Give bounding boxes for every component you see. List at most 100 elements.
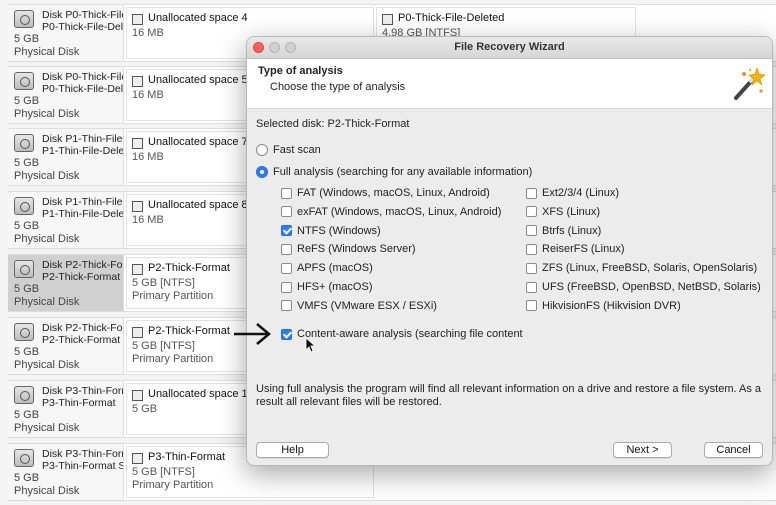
disk-size: 5 GB [14,346,40,358]
file-recovery-wizard: File Recovery Wizard Type of analysis Ch… [246,36,773,466]
filesystem-option[interactable]: VMFS (VMware ESX / ESXi) [281,300,437,312]
partition-size: 5 GB [NTFS] [132,466,195,478]
hard-disk-icon [14,260,34,278]
filesystem-checkbox[interactable] [526,206,537,218]
full-analysis-label: Full analysis (searching for any availab… [273,166,533,178]
disk-cell[interactable]: Disk P0-Thick-File P0-Thick-File-Dele 5 GB… [8,5,124,61]
hard-disk-icon [14,449,34,467]
filesystem-option[interactable]: HikvisionFS (Hikvision DVR) [526,300,681,312]
fast-scan-option[interactable]: Fast scan [256,144,321,156]
partition-icon [132,453,143,464]
filesystem-checkbox[interactable] [281,243,292,255]
filesystem-label: ReFS (Windows Server) [297,243,416,256]
disk-name: Disk P3-Thin-Form [42,448,124,460]
filesystem-option[interactable]: FAT (Windows, macOS, Linux, Android) [281,187,490,199]
content-aware-checkbox[interactable] [281,328,292,340]
disk-cell[interactable]: Disk P1-Thin-File- P1-Thin-File-Delete 5 G… [8,192,124,248]
partition-title: Unallocated space 4 [148,12,248,24]
disk-label: P3-Thin-Format [42,397,116,409]
disk-name: Disk P2-Thick-For [42,322,124,334]
disk-size: 5 GB [14,472,40,484]
filesystem-option[interactable]: ZFS (Linux, FreeBSD, Solaris, OpenSolari… [526,262,757,274]
disk-label: P0-Thick-File-Dele [42,21,124,33]
disk-type: Physical Disk [14,359,80,371]
selected-disk-label: Selected disk: P2-Thick-Format [256,118,410,130]
disk-cell[interactable]: Disk P2-Thick-For P2-Thick-Format 5 GB Phys… [8,318,124,374]
disk-name: Disk P1-Thin-File- [42,196,124,208]
filesystem-option[interactable]: APFS (macOS) [281,262,373,274]
filesystem-checkbox[interactable] [526,225,537,237]
partition-title: P3-Thin-Format [148,451,226,463]
disk-label: P1-Thin-File-Delete [42,145,124,157]
disk-label: P0-Thick-File-Dele [42,83,124,95]
hard-disk-icon [14,386,34,404]
cancel-button[interactable]: Cancel [704,442,763,458]
filesystem-option[interactable]: UFS (FreeBSD, OpenBSD, NetBSD, Solaris) [526,281,761,293]
hard-disk-icon [14,197,34,215]
next-button[interactable]: Next > [613,442,672,458]
full-analysis-option[interactable]: Full analysis (searching for any availab… [256,166,532,178]
disk-cell[interactable]: Disk P2-Thick-For P2-Thick-Format 5 GB Phys… [8,255,124,311]
fast-scan-radio[interactable] [256,144,268,156]
partition-size: 5 GB [NTFS] [132,340,195,352]
disk-cell[interactable]: Disk P1-Thin-File- P1-Thin-File-Delete 5 G… [8,129,124,185]
filesystem-option[interactable]: exFAT (Windows, macOS, Linux, Android) [281,206,501,218]
disk-cell[interactable]: Disk P3-Thin-Form P3-Thin-Format S5 GB Phy… [8,444,124,500]
filesystem-option[interactable]: XFS (Linux) [526,206,600,218]
filesystem-checkbox[interactable] [281,206,292,218]
help-button[interactable]: Help [256,442,329,458]
filesystem-label: Btrfs (Linux) [542,224,602,237]
filesystem-option[interactable]: ReiserFS (Linux) [526,243,625,255]
filesystem-label: ReiserFS (Linux) [542,243,625,256]
filesystem-checkbox[interactable] [526,300,537,312]
info-text: Using full analysis the program will fin… [256,383,762,408]
full-analysis-radio[interactable] [256,166,268,178]
partition-icon [132,327,143,338]
filesystem-label: FAT (Windows, macOS, Linux, Android) [297,187,490,199]
filesystem-checkbox[interactable] [281,262,292,274]
disk-label: P1-Thin-File-Delete [42,208,124,220]
disk-size: 5 GB [14,409,40,421]
filesystem-label: UFS (FreeBSD, OpenBSD, NetBSD, Solaris) [542,281,761,293]
partition-title: Unallocated space 8 [148,199,248,211]
filesystem-checkbox[interactable] [526,243,537,255]
partition-title: P0-Thick-File-Deleted [398,12,505,24]
filesystem-label: ZFS (Linux, FreeBSD, Solaris, OpenSolari… [542,262,758,275]
disk-label: P2-Thick-Format [42,334,121,346]
filesystem-label: APFS (macOS) [297,262,373,275]
mouse-cursor-icon [305,337,315,353]
filesystem-checkbox[interactable] [526,187,537,199]
filesystem-checkbox[interactable] [526,281,537,293]
filesystem-checkbox[interactable] [281,300,292,312]
partition-size: 16 MB [132,214,164,226]
disk-name: Disk P0-Thick-File [42,71,124,83]
filesystem-option[interactable]: ReFS (Windows Server) [281,243,416,255]
partition-size: 16 MB [132,89,164,101]
disk-size: 5 GB [14,157,40,169]
window-titlebar: File Recovery Wizard [247,37,772,59]
partition-icon [132,76,143,87]
hard-disk-icon [14,72,34,90]
filesystem-option[interactable]: Btrfs (Linux) [526,225,601,237]
partition-kind: Primary Partition [132,353,214,365]
filesystem-checkbox[interactable] [281,187,292,199]
filesystem-checkbox[interactable] [526,262,537,274]
partition-title: Unallocated space 11 [148,388,253,400]
filesystem-label: HFS+ (macOS) [297,281,373,293]
filesystem-option[interactable]: Ext2/3/4 (Linux) [526,187,619,199]
filesystem-label: NTFS (Windows) [297,224,381,237]
magic-wand-icon [734,67,766,100]
hard-disk-icon [14,323,34,341]
filesystem-checkbox[interactable] [281,281,292,293]
disk-name: Disk P2-Thick-For [42,259,124,271]
filesystem-option[interactable]: NTFS (Windows) [281,225,381,237]
content-aware-option[interactable]: Content-aware analysis (searching file c… [281,328,523,340]
partition-icon [132,138,143,149]
filesystem-label: HikvisionFS (Hikvision DVR) [542,299,681,312]
disk-cell[interactable]: Disk P3-Thin-Form P3-Thin-Format 5 GB Physi… [8,381,124,437]
filesystem-option[interactable]: HFS+ (macOS) [281,281,372,293]
filesystem-checkbox[interactable] [281,225,292,237]
disk-cell[interactable]: Disk P0-Thick-File P0-Thick-File-Dele 5 GB… [8,67,124,123]
partition-icon [132,264,143,275]
disk-label: P3-Thin-Format S [42,460,124,472]
